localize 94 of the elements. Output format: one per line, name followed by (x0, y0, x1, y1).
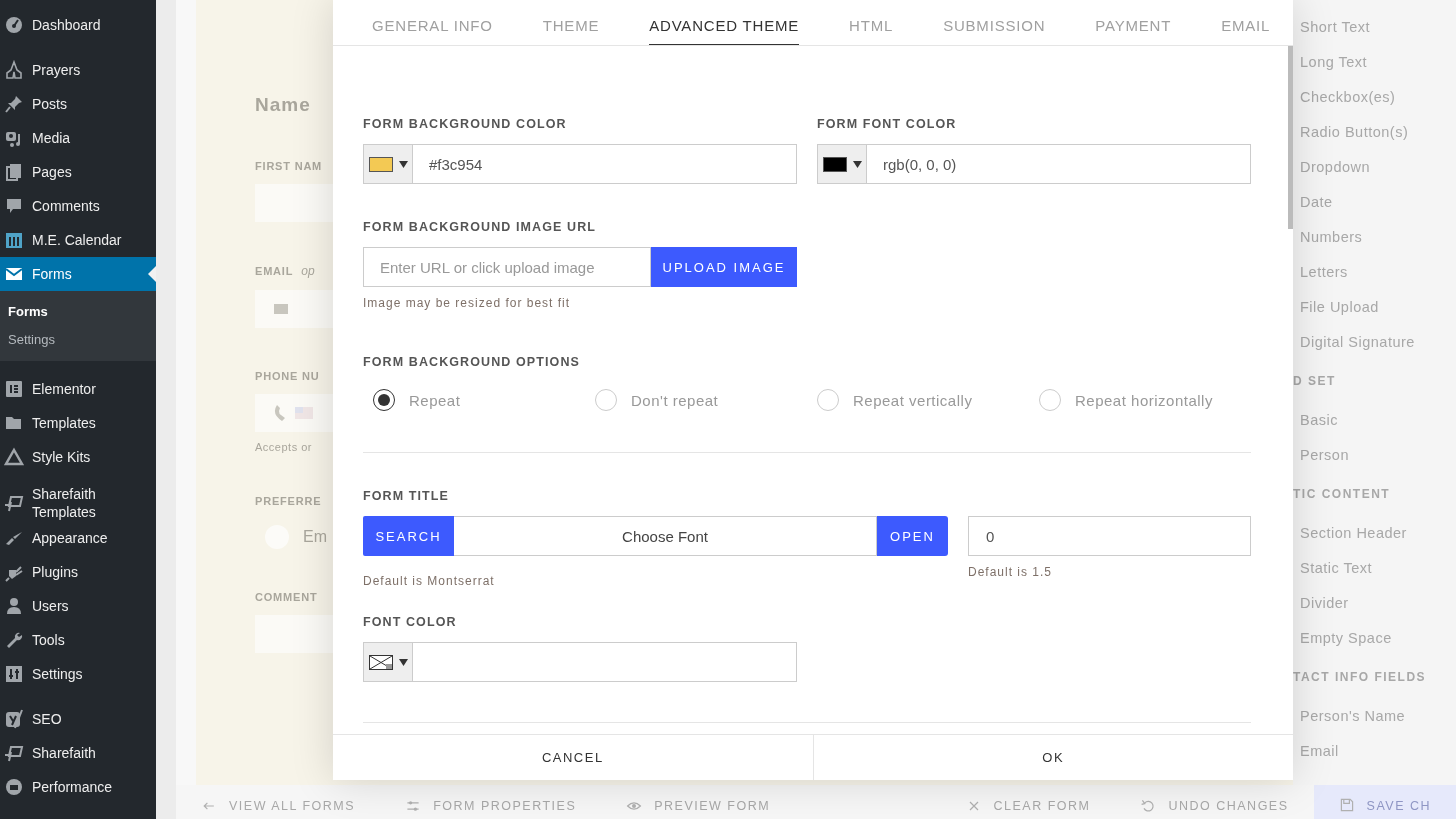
color-value-field[interactable] (413, 642, 797, 682)
undo-icon (1140, 798, 1157, 814)
menu-item[interactable]: Sharefaith (0, 736, 156, 770)
field-label: EMAIL (255, 265, 294, 277)
sliders-icon (4, 664, 24, 684)
section-heading: TIC CONTENT (1293, 486, 1392, 503)
phone-field[interactable] (255, 394, 333, 432)
menu-item[interactable]: Posts (0, 87, 156, 121)
field-label: FONT COLOR (363, 614, 458, 630)
flag-icon (295, 405, 313, 421)
scrollbar[interactable] (1288, 46, 1293, 229)
menu-item[interactable]: Plugins (0, 555, 156, 589)
menu-item[interactable]: M.E. Calendar (0, 223, 156, 257)
field-hint: Accepts or (255, 441, 313, 453)
caret-icon (398, 159, 408, 169)
text-area[interactable] (255, 615, 333, 653)
radio-label: Repeat (409, 391, 461, 409)
menu-item[interactable]: Appearance (0, 521, 156, 555)
menu-item[interactable]: Users (0, 589, 156, 623)
gauge-icon (4, 15, 24, 35)
size-field[interactable]: 0 (968, 516, 1251, 556)
field-hint: Default is 1.5 (968, 565, 1053, 579)
cancel-button[interactable]: CANCEL (333, 735, 813, 780)
menu-item[interactable]: Templates (0, 406, 156, 440)
field-hint: Image may be resized for best fit (363, 296, 571, 310)
section-heading: TACT INFO FIELDS (1293, 669, 1428, 686)
url-field[interactable]: Enter URL or click upload image (363, 247, 651, 287)
tab[interactable]: EMAIL (1221, 0, 1271, 45)
menu-item[interactable]: Settings (0, 657, 156, 691)
radio-label: Repeat vertically (853, 391, 973, 409)
field-label: FORM BACKGROUND OPTIONS (363, 354, 581, 370)
tab[interactable]: ADVANCED THEME (649, 0, 800, 45)
color-picker-button[interactable] (817, 144, 867, 184)
menu-item[interactable]: Performance (0, 770, 156, 804)
tab[interactable]: HTML (849, 0, 894, 45)
triangle-icon (4, 447, 24, 467)
input-field[interactable] (255, 184, 333, 222)
menu-item[interactable]: Pages (0, 155, 156, 189)
caret-icon (398, 657, 408, 667)
search-button[interactable]: SEARCH (363, 516, 454, 556)
menu-item[interactable]: Dashboard (0, 8, 156, 42)
input-field[interactable] (255, 290, 333, 328)
field-label: FORM FONT COLOR (817, 116, 958, 132)
field-hint: Default is Montserrat (363, 574, 495, 588)
empty-swatch-icon (368, 654, 393, 670)
phone-icon (273, 405, 285, 421)
menu-item[interactable]: Style Kits (0, 440, 156, 474)
calendar-icon (4, 230, 24, 250)
flag-icon (4, 743, 24, 763)
menu-item[interactable]: Sharefaith Templates (0, 485, 156, 521)
radio-label: Don't repeat (631, 391, 719, 409)
color-value-field[interactable]: #f3c954 (413, 144, 797, 184)
shield-slash-icon (4, 709, 24, 729)
color-picker-button[interactable] (363, 642, 413, 682)
flag-icon (4, 493, 24, 513)
radio-label: Repeat horizontally (1075, 391, 1213, 409)
section-title: Name (255, 94, 312, 116)
user-icon (4, 596, 24, 616)
menu-item[interactable]: Tools (0, 623, 156, 657)
color-value-field[interactable]: rgb(0, 0, 0) (867, 144, 1251, 184)
square-bars-icon (4, 379, 24, 399)
envelope-icon (273, 301, 289, 317)
tab[interactable]: THEME (542, 0, 600, 45)
field-label: FORM TITLE (363, 488, 450, 504)
field-label: PREFERRE (255, 495, 322, 507)
menu-item[interactable]: Elementor (0, 372, 156, 406)
font-field[interactable]: Choose Font (454, 516, 877, 556)
menu-item[interactable]: Comments (0, 189, 156, 223)
praying-hands-icon (4, 60, 24, 80)
sliders-icon (405, 798, 422, 814)
tab[interactable]: PAYMENT (1095, 0, 1172, 45)
documents-icon (4, 162, 24, 182)
pushpin-icon (4, 94, 24, 114)
field-label: FORM BACKGROUND IMAGE URL (363, 219, 598, 235)
color-picker-button[interactable] (363, 144, 413, 184)
menu-item[interactable]: Forms (0, 257, 156, 291)
disc-icon (4, 777, 24, 797)
caret-icon (852, 159, 862, 169)
submenu-item[interactable]: Forms (0, 298, 156, 326)
tab[interactable]: SUBMISSION (943, 0, 1046, 45)
tab[interactable]: GENERAL INFO (372, 0, 493, 45)
field-label: COMMENT (255, 591, 318, 603)
section-heading: D SET (1293, 373, 1337, 390)
field-label: FORM BACKGROUND COLOR (363, 116, 568, 132)
menu-item[interactable]: Prayers (0, 53, 156, 87)
open-button[interactable]: OPEN (877, 516, 948, 556)
ok-button[interactable]: OK (812, 735, 1293, 780)
submenu-item[interactable]: Settings (0, 326, 156, 354)
field-label: FIRST NAM (255, 160, 323, 172)
upload-button[interactable]: UPLOAD IMAGE (651, 247, 797, 287)
menu-item[interactable]: Media (0, 121, 156, 155)
field-label: PHONE NU (255, 370, 320, 382)
optional-note: op (301, 264, 315, 278)
menu-item[interactable]: SEO (0, 702, 156, 736)
